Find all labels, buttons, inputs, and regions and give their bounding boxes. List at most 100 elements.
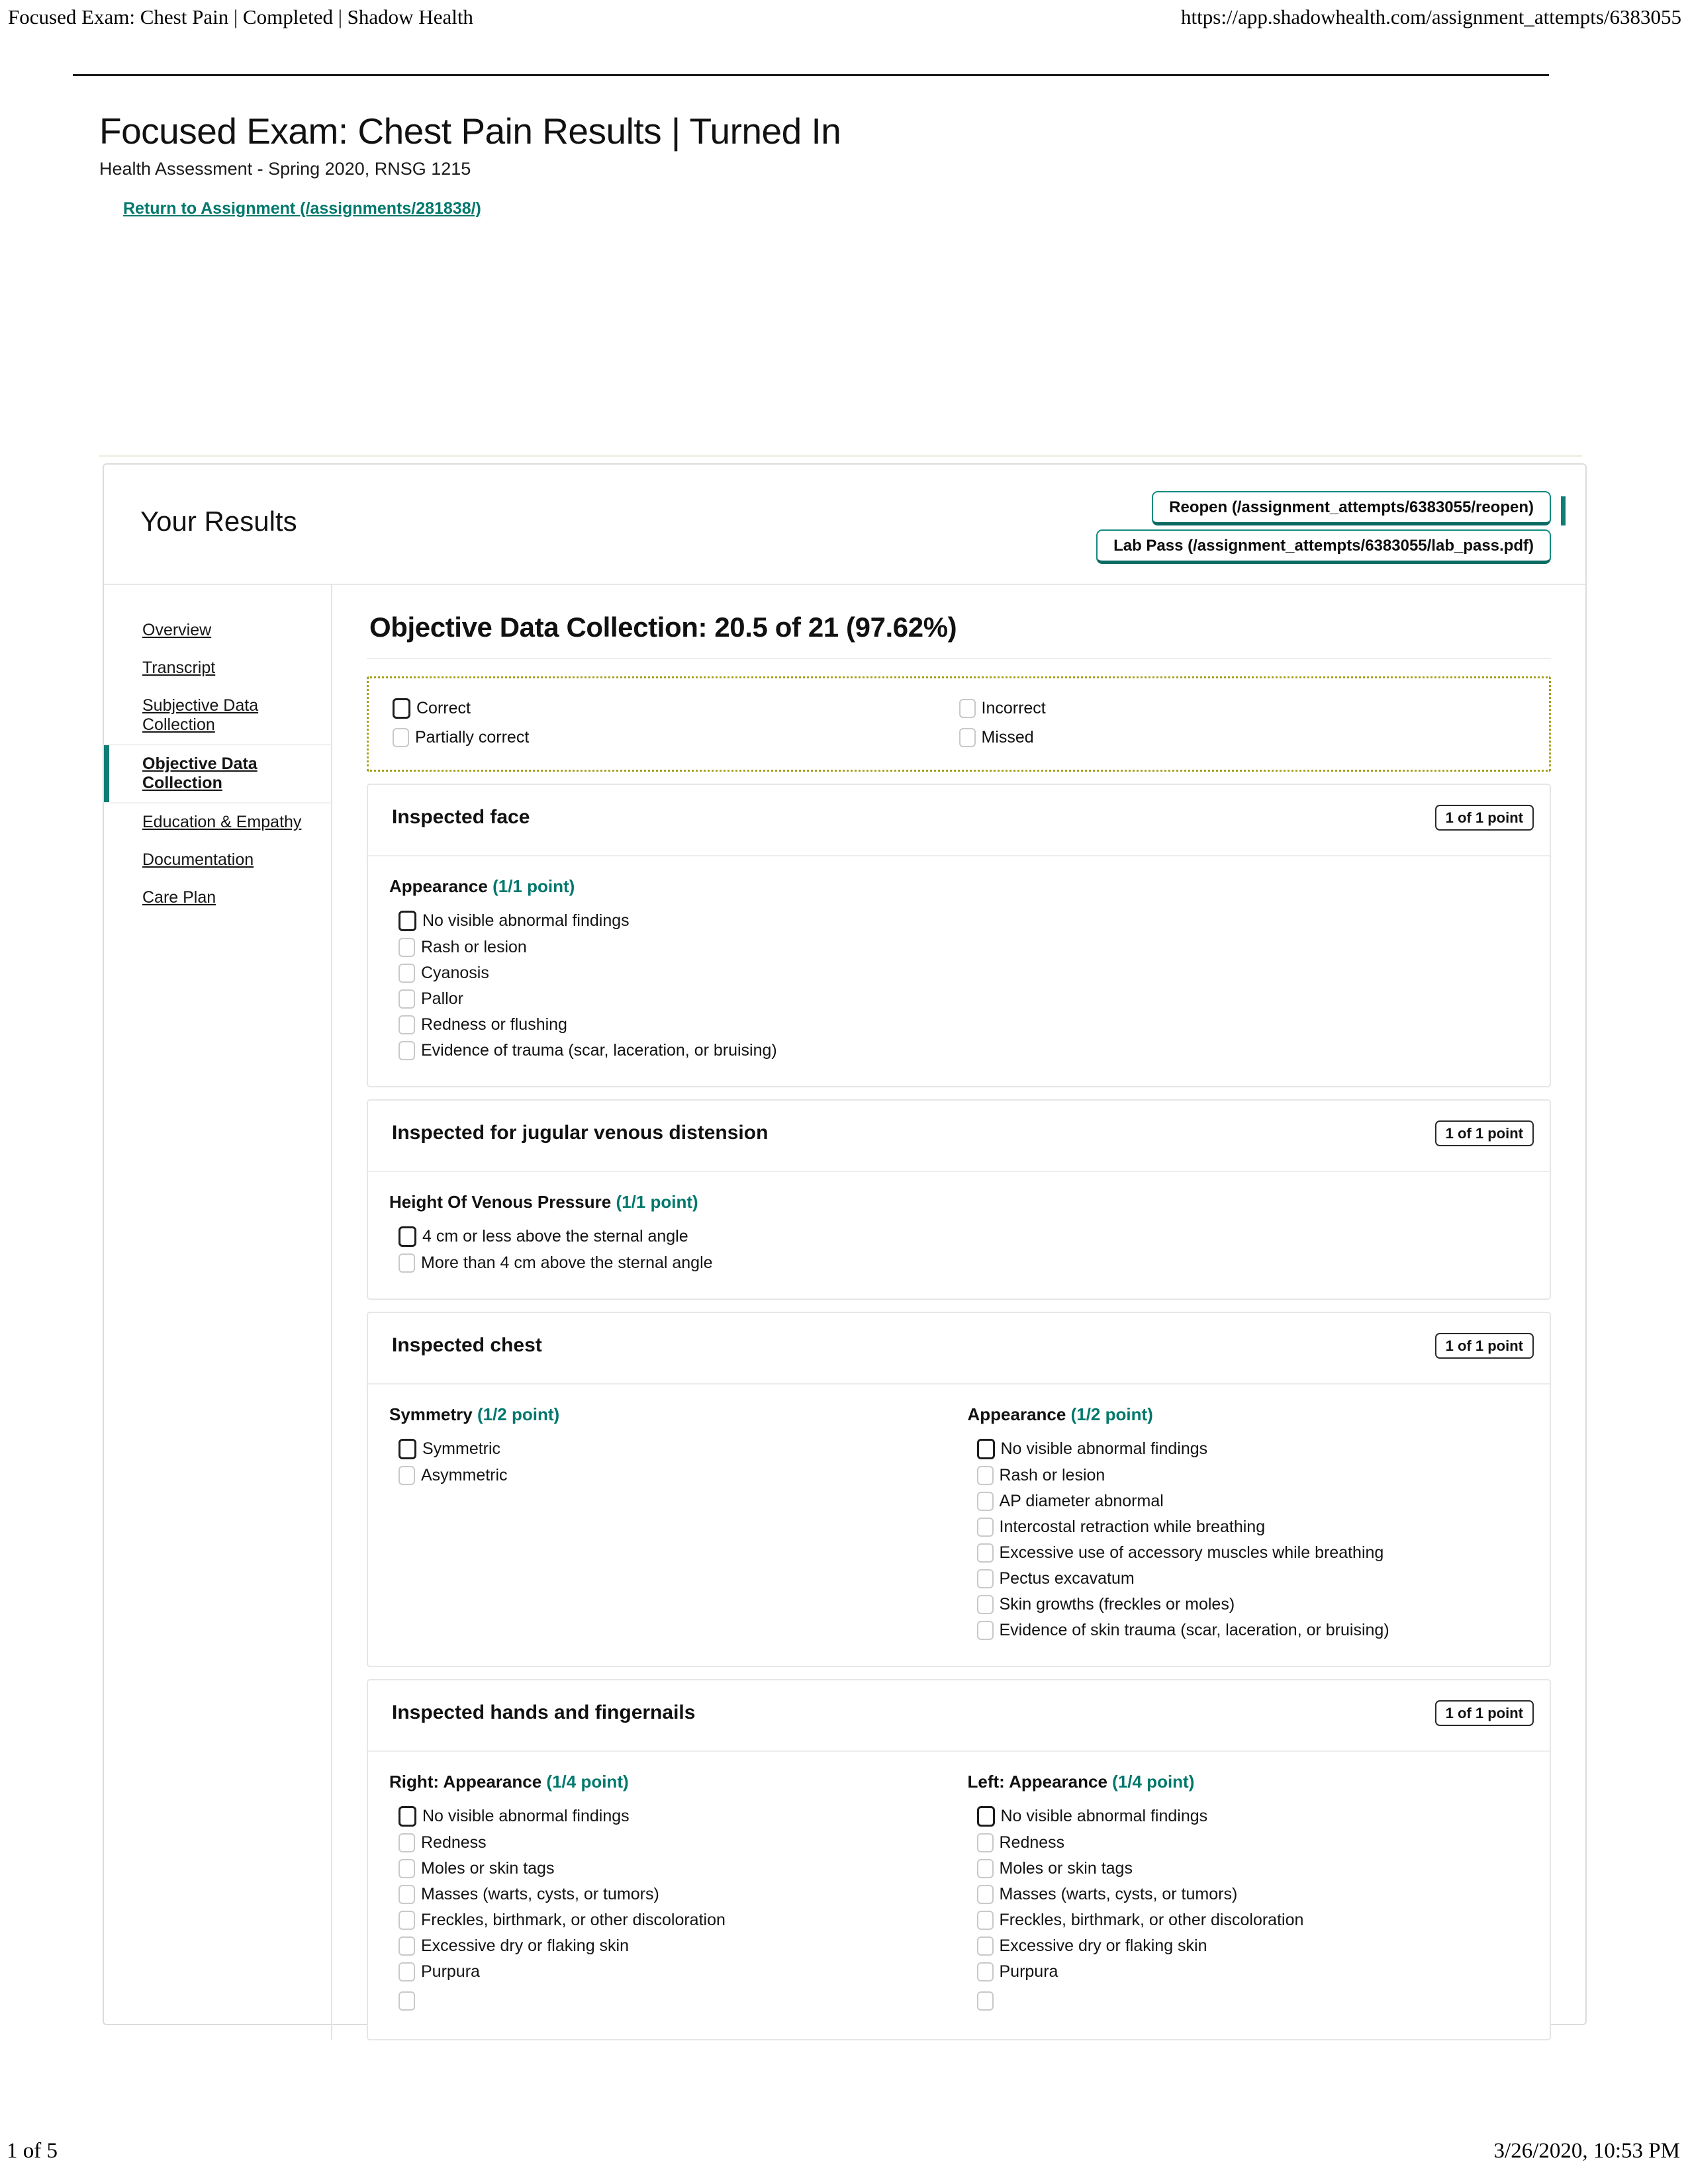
exam-group-points: (1/4 point) — [546, 1772, 629, 1792]
checkbox-icon[interactable] — [399, 1439, 416, 1459]
legend-item-label: Incorrect — [981, 699, 1046, 717]
exam-option[interactable]: Masses (warts, cysts, or tumors) — [968, 1882, 1526, 1907]
exam-option[interactable]: Moles or skin tags — [389, 1856, 948, 1882]
exam-option[interactable]: More than 4 cm above the sternal angle — [389, 1250, 948, 1276]
exam-group-points: (1/2 point) — [1070, 1404, 1153, 1424]
exam-option-label: No visible abnormal findings — [422, 911, 630, 930]
exam-option[interactable]: No visible abnormal findings — [968, 1435, 1526, 1463]
exam-option[interactable]: Purpura — [968, 1959, 1526, 1985]
exam-option[interactable]: Pallor — [389, 986, 948, 1012]
page-subtitle: Health Assessment - Spring 2020, RNSG 12… — [99, 158, 471, 179]
exam-option[interactable]: Asymmetric — [389, 1463, 948, 1488]
checkbox-icon[interactable] — [399, 1226, 416, 1247]
checkbox-icon[interactable] — [399, 1885, 415, 1904]
exam-group-name: Appearance — [967, 1404, 1066, 1424]
exam-option-label: Purpura — [999, 1962, 1058, 1981]
checkbox-icon[interactable] — [976, 1911, 994, 1930]
checkbox-icon[interactable] — [976, 1833, 994, 1852]
checkbox-icon[interactable] — [399, 1962, 415, 1981]
checkbox-icon[interactable] — [976, 1518, 994, 1537]
checkbox-icon[interactable] — [976, 1439, 995, 1459]
exam-option[interactable]: Evidence of trauma (scar, laceration, or… — [389, 1038, 948, 1064]
exam-option[interactable]: Evidence of skin trauma (scar, laceratio… — [968, 1617, 1526, 1643]
exam-option[interactable]: Skin growths (freckles or moles) — [968, 1592, 1526, 1617]
exam-option[interactable]: Intercostal retraction while breathing — [968, 1514, 1526, 1540]
sidebar-item-subjective-data-collection[interactable]: Subjective Data Collection — [104, 687, 331, 744]
checkbox-icon[interactable] — [399, 1936, 415, 1956]
checkbox-icon[interactable] — [399, 1859, 415, 1878]
reopen-button[interactable]: Reopen (/assignment_attempts/6383055/reo… — [1152, 491, 1551, 525]
checkbox-icon[interactable] — [976, 1569, 994, 1588]
exam-option[interactable]: Rash or lesion — [389, 934, 948, 960]
checkbox-icon[interactable] — [976, 1806, 995, 1827]
exam-option-label: No visible abnormal findings — [1000, 1806, 1208, 1825]
exam-option[interactable]: Excessive dry or flaking skin — [389, 1933, 948, 1959]
exam-option[interactable]: Excessive use of accessory muscles while… — [968, 1540, 1526, 1566]
checkbox-icon[interactable] — [399, 1806, 416, 1827]
sidebar-item-documentation[interactable]: Documentation — [104, 841, 331, 879]
exam-option[interactable] — [389, 1985, 948, 2017]
checkbox-icon[interactable] — [399, 1911, 415, 1930]
checkbox-icon[interactable] — [399, 989, 415, 1009]
print-footer: 1 of 5 3/26/2020, 10:53 PM — [0, 2139, 1688, 2172]
exam-group-name: Symmetry — [389, 1404, 473, 1424]
exam-option[interactable]: Symmetric — [389, 1435, 948, 1463]
exam-option[interactable]: Rash or lesion — [968, 1463, 1526, 1488]
checkbox-icon[interactable] — [399, 1253, 415, 1273]
exam-option[interactable] — [968, 1985, 1526, 2017]
checkbox-icon[interactable] — [399, 1015, 415, 1034]
objective-heading-divider — [367, 658, 1551, 659]
exam-option[interactable]: Pectus excavatum — [968, 1566, 1526, 1592]
checkbox-icon[interactable] — [976, 1492, 994, 1511]
exam-option[interactable]: Masses (warts, cysts, or tumors) — [389, 1882, 948, 1907]
exam-group-columns: Right: Appearance (1/4 point) No visible … — [389, 1772, 1526, 2017]
results-panel: Your Results Reopen (/assignment_attempt… — [103, 463, 1587, 2040]
exam-option[interactable]: Excessive dry or flaking skin — [968, 1933, 1526, 1959]
checkbox-icon[interactable] — [976, 1936, 994, 1956]
sidebar-item-care-plan[interactable]: Care Plan — [104, 879, 331, 917]
checkbox-icon[interactable] — [399, 911, 416, 931]
lab-pass-button[interactable]: Lab Pass (/assignment_attempts/6383055/l… — [1096, 529, 1551, 564]
checkbox-icon[interactable] — [976, 1962, 994, 1981]
checkbox-icon[interactable] — [976, 1859, 994, 1878]
exam-section-title: Inspected chest — [392, 1334, 542, 1356]
checkbox-icon[interactable] — [976, 1621, 994, 1640]
checkbox-icon[interactable] — [976, 1595, 994, 1614]
exam-option[interactable]: Redness or flushing — [389, 1012, 948, 1038]
checkbox-icon[interactable] — [399, 1466, 415, 1485]
results-heading: Your Results — [140, 506, 297, 537]
return-to-assignment-link[interactable]: Return to Assignment (/assignments/28183… — [123, 199, 481, 218]
exam-option[interactable]: Moles or skin tags — [968, 1856, 1526, 1882]
exam-option[interactable]: No visible abnormal findings — [968, 1803, 1526, 1830]
exam-option[interactable]: Freckles, birthmark, or other discolorat… — [389, 1907, 948, 1933]
checkbox-icon[interactable] — [976, 1543, 994, 1563]
points-badge: 1 of 1 point — [1434, 1333, 1534, 1359]
exam-option[interactable]: Redness — [389, 1830, 948, 1856]
sidebar-item-objective-data-collection[interactable]: Objective Data Collection — [104, 744, 331, 803]
exam-option[interactable]: Purpura — [389, 1959, 948, 1985]
sidebar-item-education-empathy[interactable]: Education & Empathy — [104, 803, 331, 841]
checkbox-icon[interactable] — [399, 1041, 415, 1060]
exam-group-title: Height Of Venous Pressure (1/1 point) — [389, 1192, 948, 1212]
checkbox-icon — [393, 728, 409, 747]
checkbox-icon[interactable] — [399, 964, 415, 983]
exam-option[interactable]: No visible abnormal findings — [389, 907, 948, 934]
exam-option[interactable]: No visible abnormal findings — [389, 1803, 948, 1830]
checkbox-icon[interactable] — [976, 1991, 994, 2011]
checkbox-icon[interactable] — [399, 1991, 415, 2011]
sidebar-item-overview[interactable]: Overview — [104, 612, 331, 649]
checkbox-icon[interactable] — [399, 938, 415, 957]
checkbox-icon[interactable] — [976, 1885, 994, 1904]
exam-option[interactable]: 4 cm or less above the sternal angle — [389, 1223, 948, 1250]
exam-option[interactable]: Redness — [968, 1830, 1526, 1856]
exam-option[interactable]: AP diameter abnormal — [968, 1488, 1526, 1514]
checkbox-icon[interactable] — [976, 1466, 994, 1485]
legend-item: Incorrect — [959, 698, 1526, 719]
exam-option[interactable]: Freckles, birthmark, or other discolorat… — [968, 1907, 1526, 1933]
checkbox-icon — [959, 699, 976, 718]
exam-option-label: Evidence of trauma (scar, laceration, or… — [421, 1040, 777, 1060]
print-header-title: Focused Exam: Chest Pain | Completed | S… — [8, 5, 473, 28]
checkbox-icon[interactable] — [399, 1833, 415, 1852]
exam-option[interactable]: Cyanosis — [389, 960, 948, 986]
sidebar-item-transcript[interactable]: Transcript — [104, 649, 331, 687]
